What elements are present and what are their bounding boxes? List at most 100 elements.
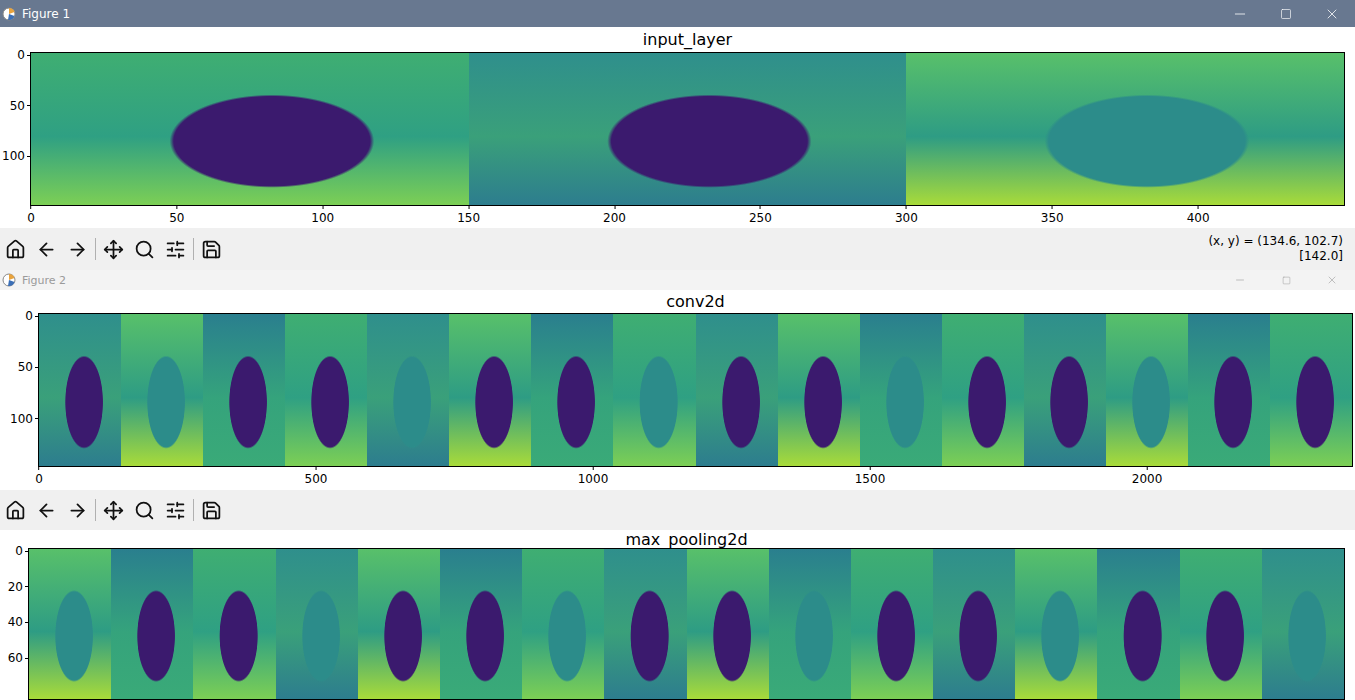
minimize-button[interactable] [1217,0,1263,27]
x-tick-label: 1500 [855,472,886,486]
x-tick: 0 [27,205,35,225]
forward-button[interactable] [62,234,93,264]
feature-map [440,549,522,699]
subplots-button[interactable] [160,495,191,525]
y-tick-label: 40 [8,615,23,629]
x-tick: 400 [1187,205,1210,225]
close-button[interactable] [1309,270,1355,290]
figure-window[interactable]: Figure 2conv2d0501000500100015002000 [0,270,1355,530]
axes[interactable]: 0501000500100015002000 [38,313,1353,467]
feature-map [39,314,121,466]
pan-button[interactable] [98,495,129,525]
window-controls [1217,0,1355,27]
readout-line: (x, y) = (134.6, 102.7) [1208,234,1343,249]
x-tick-label: 500 [305,472,328,486]
feature-map [778,314,860,466]
back-button[interactable] [31,495,62,525]
zoom-button[interactable] [129,234,160,264]
title-bar[interactable]: Figure 1 [0,0,1355,27]
figure-canvas: input_layer05010005010015020025030035040… [0,27,1355,228]
maximize-icon [1280,8,1292,20]
pan-icon [103,500,124,521]
close-button[interactable] [1309,0,1355,27]
feature-map [449,314,531,466]
window-title: Figure 1 [22,7,1211,21]
x-tick-label: 2000 [1132,472,1163,486]
window-controls [1217,270,1355,290]
x-tick: 500 [305,466,328,486]
x-tick: 1000 [578,466,609,486]
subplots-button[interactable] [160,234,191,264]
save-icon [201,239,222,260]
back-button[interactable] [31,234,62,264]
y-tick: 50 [18,360,39,374]
x-tick-label: 0 [35,472,43,486]
x-tick: 200 [603,205,626,225]
y-tick: 100 [2,149,31,163]
figure-canvas: max_pooling2d0204060 [0,530,1355,700]
feature-map [613,314,695,466]
feature-map [851,549,933,699]
pan-button[interactable] [98,234,129,264]
x-tick-label: 400 [1187,211,1210,225]
feature-map [367,314,449,466]
x-tick: 2000 [1132,466,1163,486]
y-tick-label: 50 [10,99,25,113]
x-tick: 250 [749,205,772,225]
desktop: Figure 1input_layer050100050100150200250… [0,0,1355,700]
zoom-button[interactable] [129,495,160,525]
axes[interactable]: 0204060 [28,548,1345,700]
save-button[interactable] [196,234,227,264]
x-tick: 150 [457,205,480,225]
y-tick-label: 100 [10,412,33,426]
y-tick: 60 [8,651,29,665]
maximize-button[interactable] [1263,0,1309,27]
home-button[interactable] [0,234,31,264]
y-tick-label: 0 [15,544,23,558]
title-bar[interactable]: Figure 2 [0,270,1355,290]
feature-map [29,549,111,699]
y-tick: 40 [8,615,29,629]
feature-map [604,549,686,699]
feature-map [285,314,367,466]
x-tick: 350 [1041,205,1064,225]
cursor-readout: (x, y) = (134.6, 102.7)[142.0] [1208,234,1343,264]
plot-title: max_pooling2d [28,530,1345,548]
feature-map [1188,314,1270,466]
save-button[interactable] [196,495,227,525]
save-icon [201,500,222,521]
minimize-button[interactable] [1217,270,1263,290]
maximize-button[interactable] [1263,270,1309,290]
x-tick: 100 [311,205,334,225]
home-button[interactable] [0,495,31,525]
figure-window[interactable]: max_pooling2d0204060 [0,530,1355,700]
feature-map [469,53,907,205]
readout-line: [142.0] [1299,249,1343,264]
feature-map [31,53,469,205]
home-icon [5,239,26,260]
forward-icon [67,500,88,521]
feature-map [358,549,440,699]
zoom-icon [134,239,155,260]
feature-map [193,549,275,699]
feature-map [696,314,778,466]
subplots-icon [165,500,186,521]
feature-map [1270,314,1352,466]
plot-title: conv2d [38,290,1353,313]
subplots-icon [165,239,186,260]
feature-map [1106,314,1188,466]
axes[interactable]: 050100050100150200250300350400 [30,52,1345,206]
y-tick-label: 100 [2,149,25,163]
navigation-toolbar: (x, y) = (134.6, 102.7)[142.0] [0,228,1355,270]
maximize-icon [1282,276,1291,285]
feature-map [531,314,613,466]
figure-window[interactable]: Figure 1input_layer050100050100150200250… [0,0,1355,270]
x-tick-label: 50 [169,211,184,225]
feature-map [203,314,285,466]
matplotlib-logo-icon [2,273,16,287]
navigation-toolbar [0,490,1355,530]
feature-map [1262,549,1344,699]
x-tick-label: 300 [895,211,918,225]
forward-button[interactable] [62,495,93,525]
feature-map [942,314,1024,466]
